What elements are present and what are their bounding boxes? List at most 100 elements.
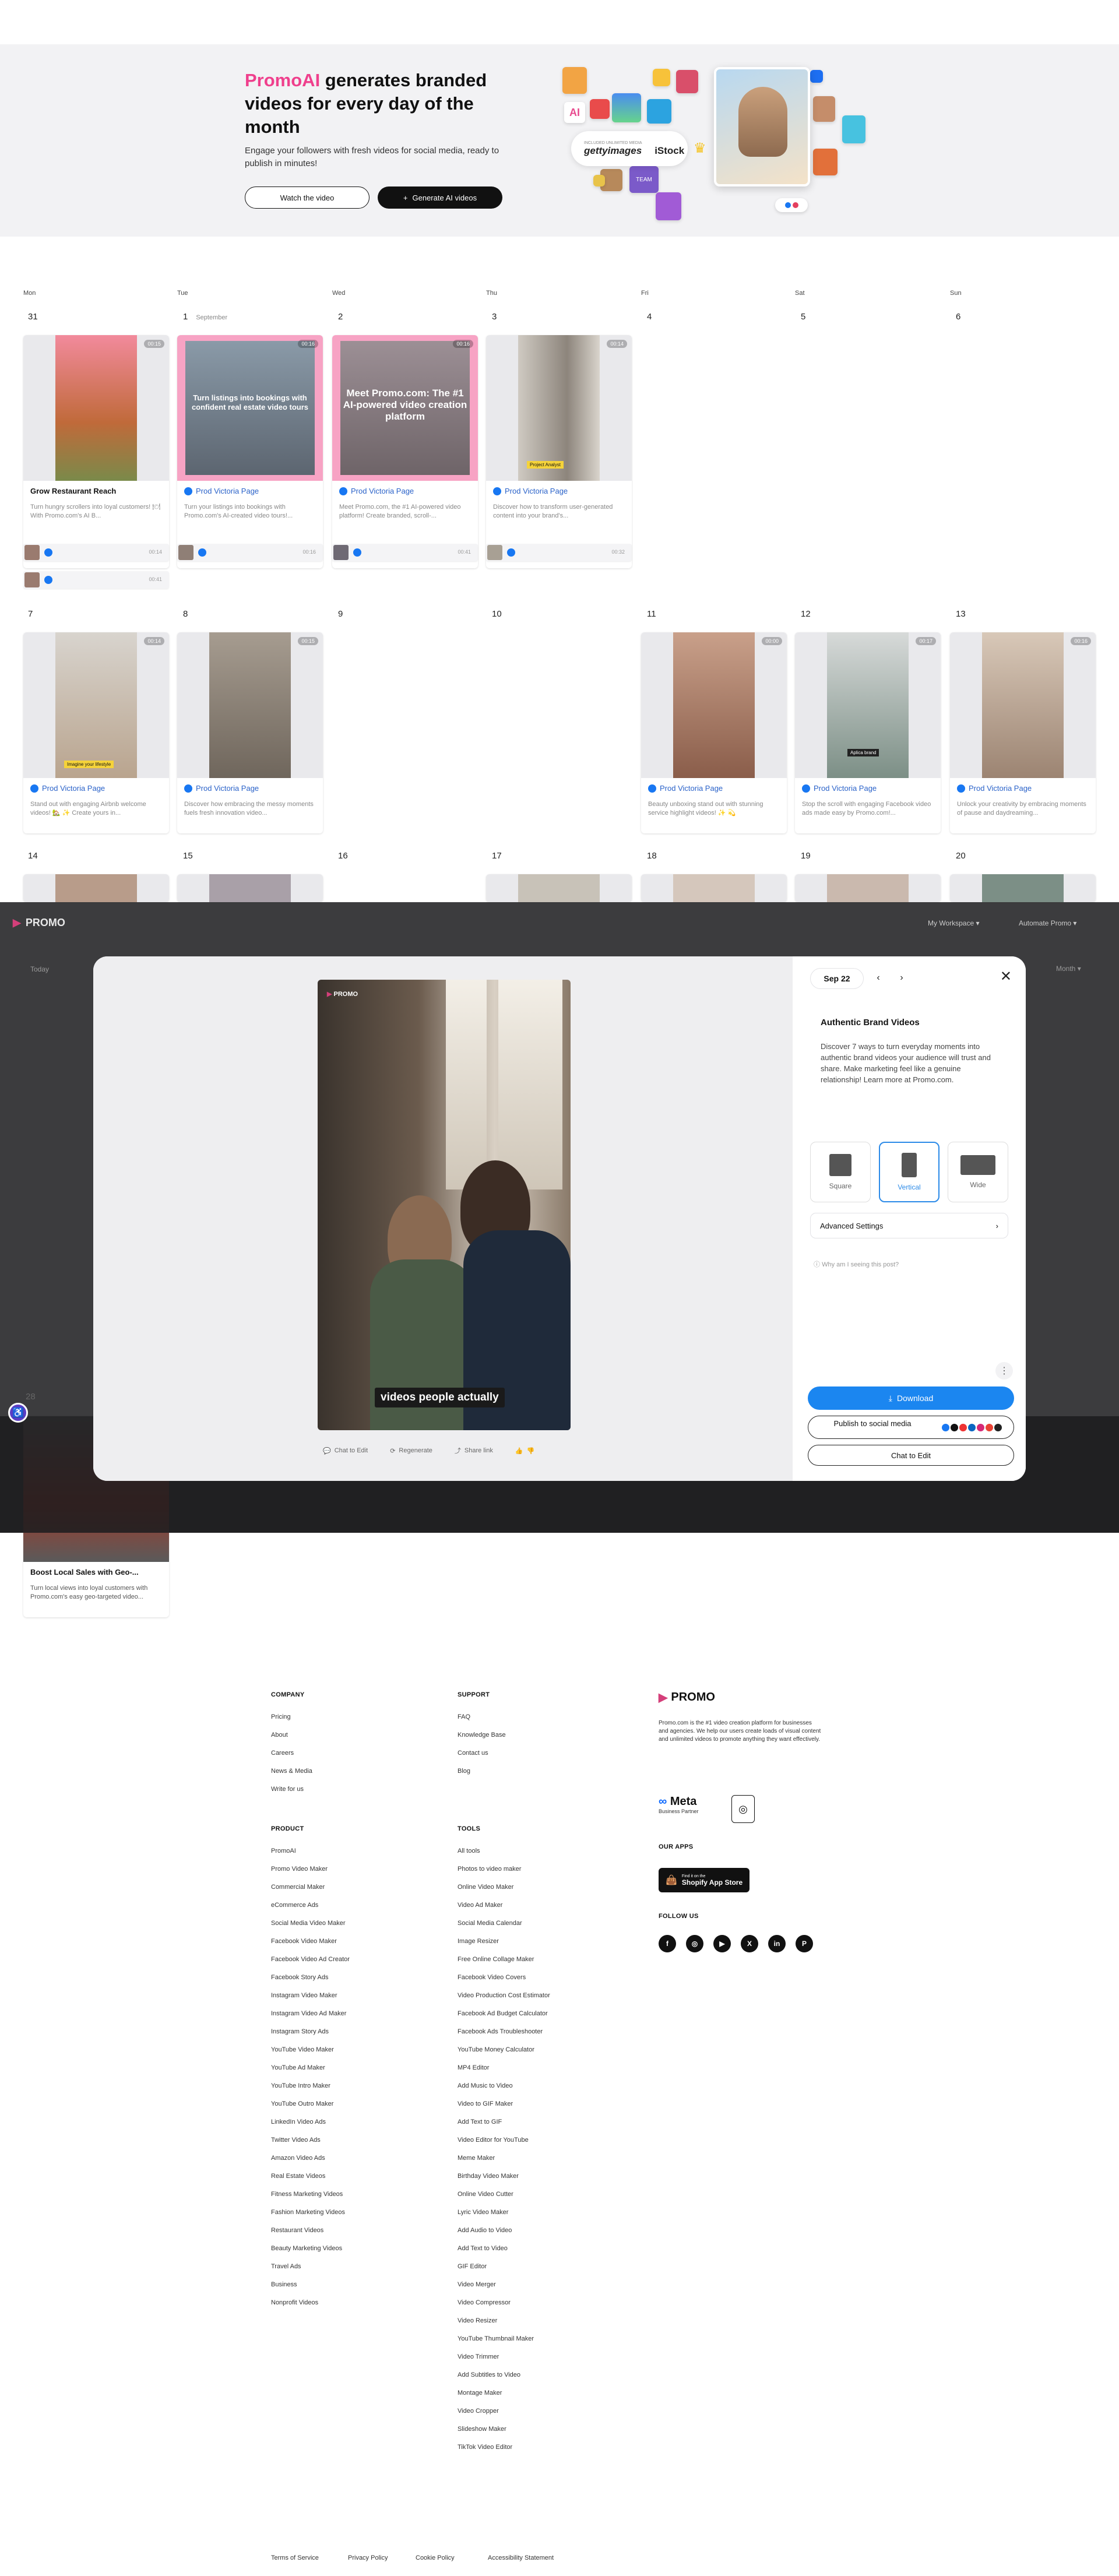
footer-link[interactable]: Video to GIF Maker [458,2100,513,2107]
accessibility-statement-link[interactable]: Accessibility Statement [488,2554,554,2561]
post-card[interactable] [950,874,1096,902]
footer-link[interactable]: Birthday Video Maker [458,2173,519,2180]
thumbs-down-icon[interactable]: 👎 [527,1447,535,1455]
footer-link[interactable]: Meme Maker [458,2155,495,2162]
footer-link[interactable]: YouTube Thumbnail Maker [458,2335,534,2342]
post-card[interactable]: 00:16 Prod Victoria Page Unlock your cre… [950,632,1096,833]
share-link-tool[interactable]: ⤴ Share link [455,1446,493,1455]
post-card[interactable]: 00:14 Imagine your lifestyle Prod Victor… [23,632,169,833]
footer-link[interactable]: Restaurant Videos [271,2227,323,2234]
post-card[interactable] [486,874,632,902]
format-square-option[interactable]: Square [810,1142,871,1202]
generate-ai-videos-button[interactable]: + Generate AI videos [378,186,502,209]
footer-link[interactable]: Social Media Video Maker [271,1920,346,1927]
footer-link[interactable]: Amazon Video Ads [271,2155,325,2162]
facebook-icon[interactable]: f [659,1935,676,1952]
footer-link[interactable]: Photos to video maker [458,1866,521,1873]
watch-video-button[interactable]: Watch the video [245,186,370,209]
chat-to-edit-button[interactable]: Chat to Edit [808,1445,1014,1466]
why-seeing-link[interactable]: ⓘ Why am I seeing this post? [814,1259,899,1269]
footer-link[interactable]: Slideshow Maker [458,2426,506,2433]
footer-link[interactable]: YouTube Ad Maker [271,2064,325,2071]
footer-link[interactable]: Facebook Ad Budget Calculator [458,2010,548,2017]
footer-link[interactable]: Knowledge Base [458,1732,506,1739]
footer-link[interactable]: All tools [458,1847,480,1854]
footer-link[interactable]: Online Video Cutter [458,2191,513,2198]
footer-link[interactable]: Careers [271,1750,294,1757]
today-button[interactable]: Today [30,965,49,973]
footer-link[interactable]: LinkedIn Video Ads [271,2118,326,2125]
footer-link[interactable]: YouTube Outro Maker [271,2100,333,2107]
more-options-icon[interactable]: ⋮ [995,1362,1013,1380]
cookie-policy-link[interactable]: Cookie Policy [416,2554,455,2561]
month-dropdown[interactable]: Month ▾ [1056,965,1081,973]
footer-logo[interactable]: ▶ PROMO [659,1690,715,1705]
footer-link[interactable]: Promo Video Maker [271,1866,328,1873]
post-variant-row[interactable]: 00:41 [23,571,169,589]
footer-link[interactable]: TikTok Video Editor [458,2444,512,2451]
footer-link[interactable]: Business [271,2281,297,2288]
video-player[interactable]: ▶ PROMO videos people actually [318,980,571,1430]
footer-link[interactable]: Video Merger [458,2281,496,2288]
youtube-icon[interactable]: ▶ [713,1935,731,1952]
footer-link[interactable]: YouTube Video Maker [271,2046,334,2053]
footer-link[interactable]: Online Video Maker [458,1884,513,1891]
linkedin-icon[interactable]: in [768,1935,786,1952]
footer-link[interactable]: Facebook Story Ads [271,1974,328,1981]
post-card[interactable] [177,874,323,902]
post-card[interactable]: 00:17 Aplica brand Prod Victoria Page St… [795,632,941,833]
post-variant-row[interactable]: 00:14 [23,544,169,561]
footer-link[interactable]: Video Trimmer [458,2353,499,2360]
post-card[interactable]: Meet Promo.com: The #1 AI-powered video … [332,335,478,568]
footer-link[interactable]: Instagram Story Ads [271,2028,329,2035]
automate-dropdown[interactable]: Automate Promo ▾ [1019,919,1076,927]
footer-link[interactable]: Facebook Video Maker [271,1938,337,1945]
post-card[interactable] [641,874,787,902]
post-variant-row[interactable]: 00:41 [332,544,478,561]
footer-link[interactable]: Contact us [458,1750,488,1757]
footer-link[interactable]: Add Subtitles to Video [458,2371,520,2378]
footer-link[interactable]: News & Media [271,1768,312,1775]
footer-link[interactable]: Image Resizer [458,1938,499,1945]
pinterest-icon[interactable]: P [796,1935,813,1952]
app-logo[interactable]: ▶ PROMO [13,917,65,929]
footer-link[interactable]: eCommerce Ads [271,1902,318,1909]
footer-link[interactable]: Travel Ads [271,2263,301,2270]
footer-link[interactable]: Free Online Collage Maker [458,1956,534,1963]
close-icon[interactable]: ✕ [1000,968,1012,985]
footer-link[interactable]: YouTube Money Calculator [458,2046,534,2053]
chat-to-edit-tool[interactable]: 💬 Chat to Edit [323,1446,368,1455]
footer-link[interactable]: Video Resizer [458,2317,497,2324]
footer-link[interactable]: Video Editor for YouTube [458,2137,529,2144]
post-card[interactable]: 00:14 Project Analyst Prod Victoria Page… [486,335,632,568]
x-icon[interactable]: X [741,1935,758,1952]
next-post-button[interactable]: › [893,969,910,987]
download-button[interactable]: ⤓ Download [808,1386,1014,1410]
footer-link[interactable]: PromoAI [271,1847,296,1854]
footer-link[interactable]: Montage Maker [458,2390,502,2396]
post-variant-row[interactable]: 00:16 [177,544,323,561]
footer-link[interactable]: Nonprofit Videos [271,2299,318,2306]
post-card[interactable]: 00:00 Prod Victoria Page Beauty unboxing… [641,632,787,833]
footer-link[interactable]: Video Cropper [458,2408,499,2415]
footer-link[interactable]: Beauty Marketing Videos [271,2245,342,2252]
footer-link[interactable]: Fitness Marketing Videos [271,2191,343,2198]
post-card[interactable]: 00:15 Prod Victoria Page Discover how em… [177,632,323,833]
regenerate-tool[interactable]: ⟳ Regenerate [390,1446,432,1455]
post-card[interactable] [23,874,169,902]
footer-link[interactable]: Blog [458,1768,470,1775]
footer-link[interactable]: Video Ad Maker [458,1902,502,1909]
privacy-link[interactable]: Privacy Policy [348,2554,388,2561]
footer-link[interactable]: Add Music to Video [458,2082,513,2089]
post-card[interactable] [795,874,941,902]
footer-link[interactable]: Commercial Maker [271,1884,325,1891]
terms-link[interactable]: Terms of Service [271,2554,319,2561]
instagram-icon[interactable]: ◎ [686,1935,703,1952]
footer-link[interactable]: Pricing [271,1713,291,1720]
footer-link[interactable]: FAQ [458,1713,470,1720]
accessibility-icon[interactable]: ♿ [8,1403,28,1423]
footer-link[interactable]: Facebook Ads Troubleshooter [458,2028,543,2035]
footer-link[interactable]: Twitter Video Ads [271,2137,321,2144]
footer-link[interactable]: Video Production Cost Estimator [458,1992,550,1999]
footer-link[interactable]: Lyric Video Maker [458,2209,508,2216]
